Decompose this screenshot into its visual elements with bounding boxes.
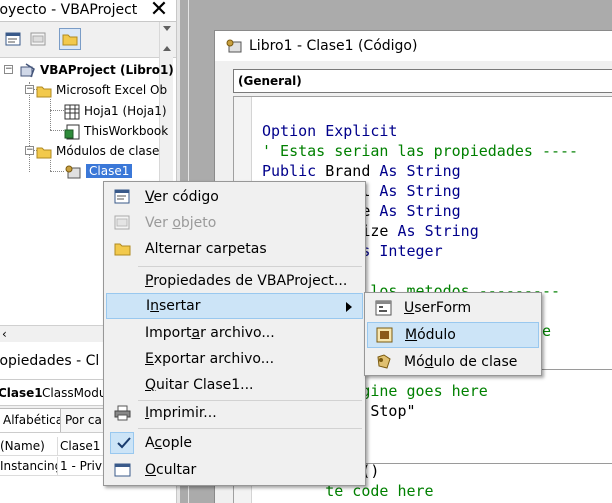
object-view-icon <box>114 215 130 230</box>
menu-item-ver-codigo[interactable]: Ver código <box>106 184 363 210</box>
code-line: ' Estas serian las propiedades ---- <box>262 142 579 160</box>
tree-item-thisworkbook[interactable]: ThisWorkbook <box>64 121 168 141</box>
workbook-icon <box>64 124 80 139</box>
class-module-icon <box>65 165 81 178</box>
menu-item-modulo-de-clase[interactable]: Módulo de clase <box>367 349 539 375</box>
menu-item-quitar-clase1[interactable]: Quitar Clase1... <box>106 372 363 398</box>
menu-item-ocultar[interactable]: Ocultar <box>106 457 363 483</box>
menu-item-modulo[interactable]: Módulo <box>367 322 539 348</box>
menu-item-propiedades[interactable]: Propiedades de VBAProject... <box>106 268 363 294</box>
tree-line <box>50 171 64 172</box>
menu-item-importar-archivo[interactable]: Importar archivo... <box>106 320 363 346</box>
module-icon <box>376 327 393 343</box>
tree-line <box>50 99 51 130</box>
object-view-icon <box>30 32 46 46</box>
tab-categorized[interactable]: Por ca <box>60 408 107 432</box>
tree-item-hoja1[interactable]: Hoja1 (Hoja1) <box>64 101 167 121</box>
collapse-icon[interactable]: − <box>25 146 34 155</box>
class-module-icon <box>226 39 242 53</box>
menu-separator <box>138 266 362 267</box>
scroll-down-icon[interactable] <box>163 26 171 31</box>
menu-item-ver-objeto[interactable]: Ver objeto <box>106 210 363 236</box>
object-combo[interactable]: (General) <box>233 69 612 93</box>
menu-item-insertar[interactable]: Insertar <box>106 293 363 319</box>
project-explorer-title: royecto - VBAProject <box>0 2 138 18</box>
tree-item-excel-objects[interactable]: Microsoft Excel Ob <box>36 80 167 100</box>
collapse-icon[interactable]: − <box>4 65 13 74</box>
project-explorer-toolbar <box>0 22 176 58</box>
tree-item-vbaproject[interactable]: VBAProject (Libro1) <box>20 60 174 80</box>
userform-icon <box>375 300 392 316</box>
context-menu: Ver código Ver objeto Alternar carpetas … <box>103 181 366 486</box>
code-line: Option Explicit <box>262 122 398 140</box>
tab-alphabetic[interactable]: Alfabética <box>0 408 69 432</box>
worksheet-icon <box>64 104 80 119</box>
chevron-left-icon[interactable]: ‹ <box>2 327 7 341</box>
insert-submenu: UserForm Módulo Módulo de clase <box>364 292 542 376</box>
view-object-button[interactable] <box>27 28 49 50</box>
toggle-folders-button[interactable] <box>59 28 81 50</box>
collapse-icon[interactable]: − <box>25 85 34 94</box>
window-icon <box>114 463 131 477</box>
menu-item-acople[interactable]: Acople <box>106 430 363 456</box>
code-line: Public Brand As String <box>262 162 461 180</box>
folder-icon <box>114 243 131 256</box>
vbaproject-icon <box>20 62 35 77</box>
menu-item-alternar-carpetas[interactable]: Alternar carpetas <box>106 236 363 262</box>
folder-icon <box>62 34 78 46</box>
submenu-arrow-icon <box>346 302 352 312</box>
project-explorer-title-bar: royecto - VBAProject ✕ <box>0 0 176 22</box>
code-window-title: Libro1 - Clase1 (Código) <box>249 38 418 54</box>
tree-line <box>50 110 64 111</box>
view-code-button[interactable] <box>2 28 24 50</box>
folder-icon <box>36 86 52 97</box>
class-module-icon <box>377 354 391 369</box>
close-icon[interactable]: ✕ <box>147 0 171 21</box>
tree-line <box>50 130 64 131</box>
menu-item-exportar-archivo[interactable]: Exportar archivo... <box>106 346 363 372</box>
tree-line <box>29 82 30 172</box>
folder-icon <box>36 147 52 158</box>
menu-item-imprimir[interactable]: Imprimir... <box>106 400 363 426</box>
code-view-icon <box>5 32 21 46</box>
scroll-up-icon[interactable] <box>163 46 171 51</box>
printer-icon <box>114 405 131 421</box>
tree-line <box>50 160 51 171</box>
tree-item-class-modules[interactable]: Módulos de clase <box>36 141 159 161</box>
code-view-icon <box>114 189 130 204</box>
check-icon <box>117 437 131 449</box>
menu-item-userform[interactable]: UserForm <box>367 295 539 321</box>
tree-item-clase1[interactable]: Clase1 <box>64 161 133 181</box>
code-window-title-bar: Libro1 - Clase1 (Código) <box>215 31 612 61</box>
menu-separator <box>138 428 362 429</box>
